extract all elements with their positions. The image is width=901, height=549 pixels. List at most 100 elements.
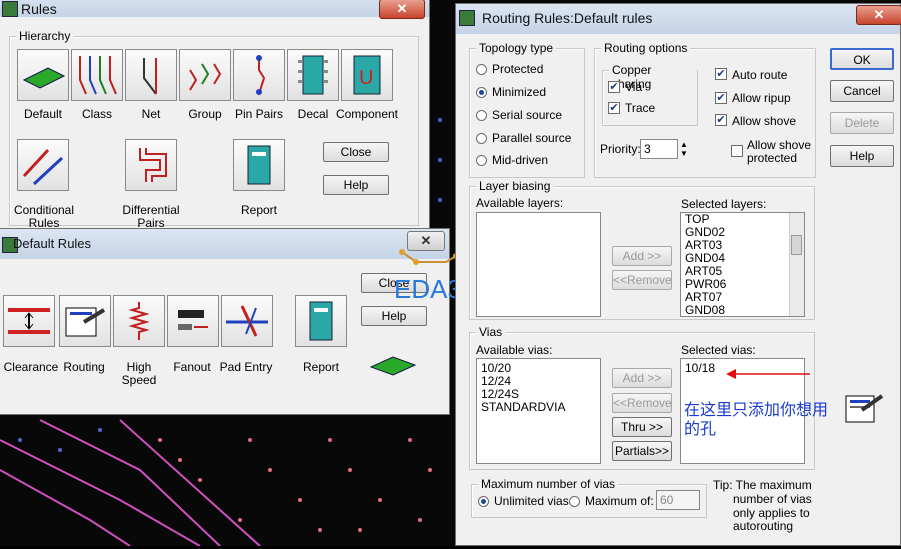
group-icon	[189, 63, 222, 91]
allow-shove-checkbox[interactable]: ✔	[715, 114, 727, 126]
routing-button[interactable]	[59, 295, 111, 347]
trace-checkbox[interactable]: ✔	[608, 102, 620, 114]
decal-label: Decal	[297, 107, 329, 121]
allow-ripup-label: Allow ripup	[732, 91, 791, 105]
tip-line-2: number of vias	[733, 492, 812, 506]
component-label: Component	[335, 107, 399, 121]
tip-line-1: Tip: The maximum	[713, 478, 812, 492]
rules-window: Rules ✕ Hierarchy Default Class Net Grou…	[0, 0, 430, 240]
class-button[interactable]	[71, 49, 123, 101]
parallel-source-radio[interactable]	[476, 133, 487, 144]
parallel-source-label: Parallel source	[492, 131, 572, 145]
clearance-label: Clearance	[3, 360, 59, 374]
default-help-button[interactable]: Help	[361, 306, 427, 326]
layer-add-button[interactable]: Add >>	[612, 246, 672, 266]
component-icon: U	[353, 55, 381, 95]
routing-rules-window: Routing Rules:Default rules ✕ Topology t…	[455, 3, 901, 546]
vias-label: Vias	[476, 325, 506, 339]
default-report-label: Report	[302, 360, 340, 374]
maximum-of-radio[interactable]	[569, 496, 580, 507]
selected-layers-list[interactable]: TOP GND02 ART03 GND04 ART05 PWR06 ART07 …	[680, 212, 805, 317]
report-label: Report	[240, 203, 278, 217]
available-layers-list[interactable]	[476, 212, 601, 317]
selected-layers-label: Selected layers:	[681, 197, 767, 211]
via-label: Via	[625, 80, 643, 94]
delete-button[interactable]: Delete	[830, 112, 894, 134]
annotation-text: 在这里只添加你想用的孔	[684, 402, 829, 438]
unlimited-vias-radio[interactable]	[478, 496, 489, 507]
high-speed-button[interactable]	[113, 295, 165, 347]
auto-route-checkbox[interactable]: ✔	[715, 68, 727, 80]
maximum-of-label: Maximum of:	[585, 494, 654, 508]
serial-source-label: Serial source	[492, 108, 563, 122]
partials-button[interactable]: Partials>>	[612, 441, 672, 461]
copper-sharing-label: Copper sharing	[609, 63, 697, 91]
default-button[interactable]	[17, 49, 69, 101]
rules-help-button[interactable]: Help	[323, 175, 389, 195]
protected-radio[interactable]	[476, 64, 487, 75]
svg-text:U: U	[359, 67, 373, 89]
default-rules-titlebar[interactable]: Default Rules ✕	[0, 229, 449, 259]
rules-close-x-button[interactable]: ✕	[379, 0, 425, 19]
ok-button[interactable]: OK	[830, 48, 894, 70]
via-checkbox[interactable]: ✔	[608, 81, 620, 93]
allow-shove-protected-checkbox[interactable]	[731, 145, 743, 157]
routing-title: Routing Rules:Default rules	[482, 10, 653, 26]
net-button[interactable]	[125, 49, 177, 101]
default-report-button[interactable]	[295, 295, 347, 347]
fanout-button[interactable]	[167, 295, 219, 347]
pin-pairs-button[interactable]	[233, 49, 285, 101]
allow-shove-label: Allow shove	[732, 114, 797, 128]
decal-icon	[298, 55, 328, 95]
routing-titlebar[interactable]: Routing Rules:Default rules ✕	[456, 4, 901, 34]
via-remove-button[interactable]: <<Remove	[612, 393, 672, 413]
rules-titlebar[interactable]: Rules ✕	[0, 0, 429, 19]
tip-line-4: autorouting	[733, 519, 794, 533]
available-vias-list[interactable]: 10/20 12/24 12/24S STANDARDVIA	[476, 358, 601, 464]
routing-close-x-button[interactable]: ✕	[856, 5, 901, 25]
scrollbar-thumb[interactable]	[791, 235, 802, 255]
tip-line-3: only applies to	[733, 506, 810, 520]
max-vias-label: Maximum number of vias	[478, 477, 619, 491]
via-add-button[interactable]: Add >>	[612, 368, 672, 388]
component-button[interactable]: U	[341, 49, 393, 101]
trace-label: Trace	[625, 101, 656, 115]
board-icon	[369, 356, 417, 376]
minimized-radio[interactable]	[476, 87, 487, 98]
layer-biasing-label: Layer biasing	[476, 179, 554, 193]
routing-icon	[65, 307, 106, 337]
differential-pairs-button[interactable]	[125, 139, 177, 191]
cancel-button[interactable]: Cancel	[830, 80, 894, 102]
layers-scrollbar[interactable]	[789, 213, 804, 316]
pin-pairs-label: Pin Pairs	[234, 107, 284, 121]
priority-spinner[interactable]: ▲ ▼	[680, 140, 688, 158]
mid-driven-radio[interactable]	[476, 155, 487, 166]
group-button[interactable]	[179, 49, 231, 101]
allow-ripup-checkbox[interactable]: ✔	[715, 92, 727, 104]
pad-entry-button[interactable]	[221, 295, 273, 347]
allow-shove-protected-label-2: protected	[747, 151, 798, 165]
thru-button[interactable]: Thru >>	[612, 417, 672, 437]
priority-label: Priority:	[600, 142, 641, 156]
decal-button[interactable]	[287, 49, 339, 101]
layer-remove-button[interactable]: <<Remove	[612, 270, 672, 290]
conditional-label-1: Conditional	[13, 203, 75, 217]
report-book-icon	[309, 301, 333, 341]
list-item[interactable]: GND08	[681, 304, 804, 317]
report-button[interactable]	[233, 139, 285, 191]
conditional-rules-button[interactable]	[17, 139, 69, 191]
priority-input[interactable]: 3	[640, 139, 678, 159]
hierarchy-label: Hierarchy	[16, 29, 74, 43]
maximum-of-input[interactable]: 60	[656, 490, 700, 510]
routing-icon	[845, 394, 884, 423]
unlimited-vias-label: Unlimited vias	[494, 494, 569, 508]
clearance-button[interactable]	[3, 295, 55, 347]
group-label: Group	[188, 107, 222, 121]
serial-source-radio[interactable]	[476, 110, 487, 121]
pads-app-icon	[2, 1, 18, 17]
help-button[interactable]: Help	[830, 145, 894, 167]
fanout-icon	[178, 310, 208, 330]
rules-close-button[interactable]: Close	[323, 142, 389, 162]
list-item[interactable]: STANDARDVIA	[477, 401, 600, 414]
differential-label-1: Differential	[122, 203, 180, 217]
